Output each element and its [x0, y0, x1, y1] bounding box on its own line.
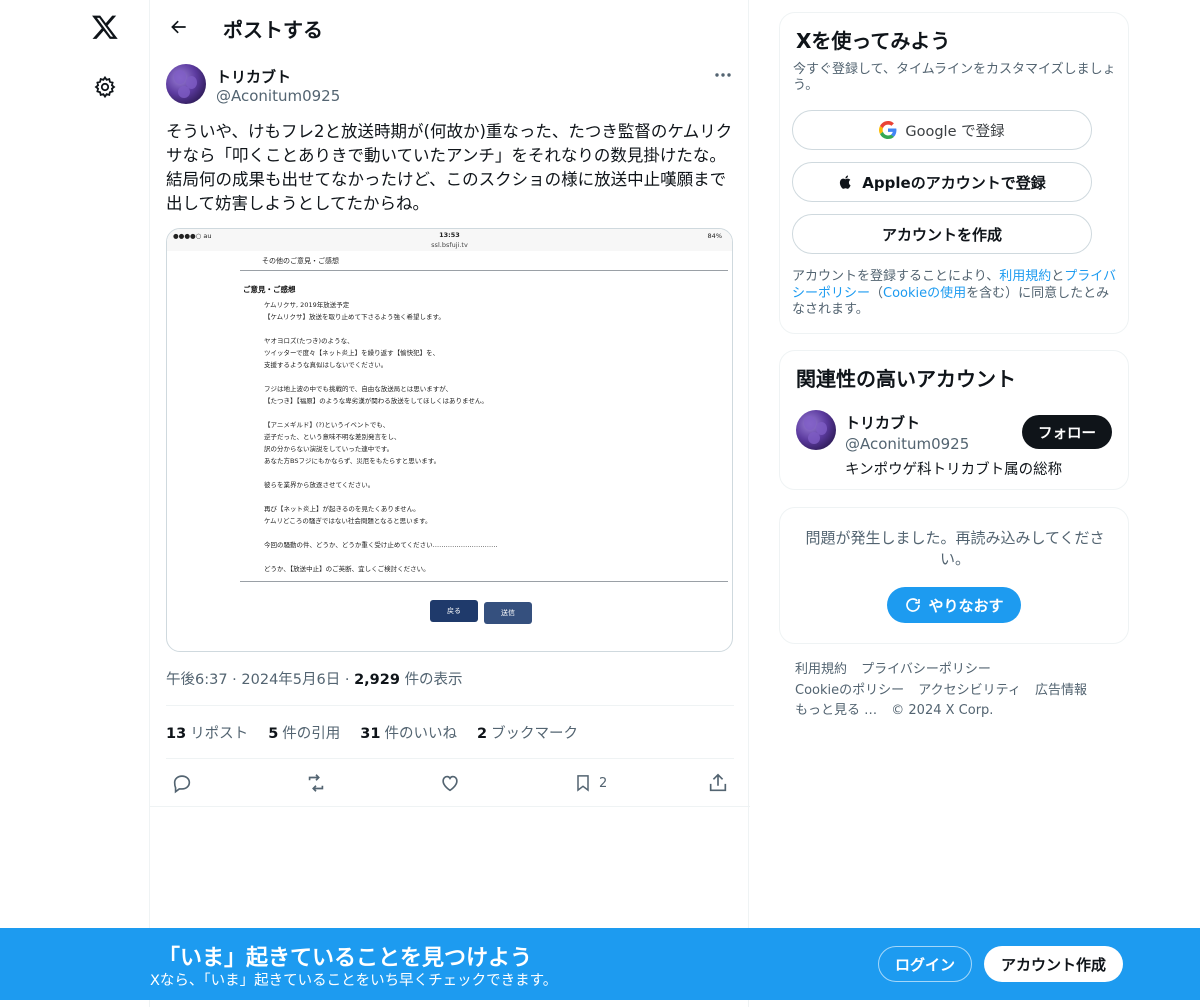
back-arrow-icon[interactable] — [164, 12, 194, 42]
refresh-icon — [906, 598, 921, 612]
form-head: その他のご意見・ご感想 — [262, 257, 339, 265]
signup-subtitle: 今すぐ登録して、タイムラインをカスタマイズしましょう。 — [793, 62, 1116, 93]
post-image[interactable]: ●●●●○ au 13:53 ssl.bsfuji.tv 84% その他のご意見… — [166, 228, 733, 652]
follow-button[interactable]: フォロー — [1022, 415, 1112, 449]
footer-cookie-link[interactable]: Cookieのポリシー — [795, 683, 904, 698]
post-date[interactable]: 2024年5月6日 — [241, 672, 340, 688]
footer-more-link[interactable]: もっと見る … — [795, 703, 877, 718]
post-time[interactable]: 午後6:37 — [166, 672, 228, 688]
author-handle[interactable]: @Aconitum0925 — [216, 87, 340, 105]
views-count: 2,929 — [354, 672, 400, 688]
form-send-button: 送信 — [484, 602, 532, 624]
likes-stat[interactable]: 31 件のいいね — [360, 722, 457, 743]
bookmarks-stat[interactable]: 2 ブックマーク — [477, 722, 578, 743]
apple-icon — [840, 175, 851, 189]
signup-legal-text: アカウントを登録することにより、利用規約とプライバシーポリシー（Cookieの使… — [792, 269, 1117, 317]
avatar[interactable] — [166, 64, 206, 104]
phone-battery: 84% — [707, 232, 722, 240]
google-icon — [879, 121, 897, 139]
divider — [150, 806, 750, 807]
left-nav — [0, 0, 150, 1007]
apple-signup-label: Appleのアカウントで登録 — [862, 173, 1046, 192]
login-button[interactable]: ログイン — [878, 946, 972, 982]
form-body-text: ケムリクサ, 2019年放送予定 【ケムリクサ】放送を取り止めて下さるよう強く希… — [264, 301, 498, 573]
login-banner: 「いま」起きていることを見つけよう Xなら、「いま」起きていることをいち早くチェ… — [0, 928, 1200, 1000]
x-logo-icon[interactable] — [88, 10, 122, 44]
related-accounts-card: 関連性の高いアカウント トリカブト @Aconitum0925 キンポウゲ科トリ… — [779, 350, 1129, 490]
phone-url: ssl.bsfuji.tv — [431, 241, 468, 249]
bookmark-count: 2 — [599, 775, 608, 791]
retry-button[interactable]: やりなおす — [887, 587, 1021, 623]
like-icon[interactable] — [439, 766, 461, 800]
action-bar: 2 — [150, 766, 750, 800]
signup-card: Xを使ってみよう 今すぐ登録して、タイムラインをカスタマイズしましょう。 Goo… — [779, 12, 1129, 334]
page-title: ポストする — [223, 18, 323, 42]
create-account-button[interactable]: アカウントを作成 — [792, 214, 1092, 254]
quotes-stat[interactable]: 5 件の引用 — [268, 722, 340, 743]
divider — [166, 758, 734, 759]
views-label: 件の表示 — [404, 672, 463, 688]
divider — [240, 270, 728, 271]
post-header: ポストする — [150, 0, 750, 55]
signup-title: Xを使ってみよう — [796, 29, 951, 53]
phone-status-bar: ●●●●○ au 13:53 ssl.bsfuji.tv 84% — [167, 229, 732, 251]
retry-label: やりなおす — [928, 596, 1004, 615]
bookmark-icon[interactable]: 2 — [573, 766, 607, 800]
footer-privacy-link[interactable]: プライバシーポリシー — [861, 662, 991, 677]
author-name[interactable]: トリカブト — [216, 66, 291, 87]
footer-terms-link[interactable]: 利用規約 — [795, 662, 847, 677]
footer-links: 利用規約 プライバシーポリシー Cookieのポリシー アクセシビリティ 広告情… — [795, 660, 1115, 722]
form-back-button: 戻る — [430, 600, 478, 622]
related-bio: キンポウゲ科トリカブト属の総称 — [845, 462, 1063, 478]
reply-icon[interactable] — [171, 766, 193, 800]
footer-ads-link[interactable]: 広告情報 — [1035, 683, 1087, 698]
related-handle[interactable]: @Aconitum0925 — [845, 435, 969, 453]
footer-copyright: © 2024 X Corp. — [891, 703, 994, 718]
main-column: ポストする トリカブト @Aconitum0925 そういや、けもフレ2と放送時… — [149, 0, 750, 1007]
form-section-title: ご意見・ご感想 — [243, 285, 296, 294]
banner-subtitle: Xなら、「いま」起きていることをいち早くチェックできます。 — [150, 973, 558, 989]
repost-icon[interactable] — [304, 766, 328, 800]
divider — [166, 705, 734, 706]
gear-icon[interactable] — [88, 70, 122, 104]
reposts-stat[interactable]: 13 リポスト — [166, 722, 248, 743]
footer-accessibility-link[interactable]: アクセシビリティ — [918, 683, 1021, 698]
cookie-link[interactable]: Cookieの使用 — [883, 286, 966, 301]
post-stats: 13 リポスト 5 件の引用 31 件のいいね 2 ブックマーク — [166, 722, 578, 743]
avatar[interactable] — [796, 410, 836, 450]
google-signup-button[interactable]: Google で登録 — [792, 110, 1092, 150]
google-signup-label: Google で登録 — [905, 123, 1005, 140]
error-card: 問題が発生しました。再読み込みしてください。 やりなおす — [779, 507, 1129, 644]
banner-title: 「いま」起きていることを見つけよう — [158, 946, 533, 971]
error-message: 問題が発生しました。再読み込みしてください。 — [805, 529, 1105, 568]
share-icon[interactable] — [707, 766, 729, 800]
post-meta: 午後6:37 · 2024年5月6日 · 2,929 件の表示 — [166, 672, 463, 688]
phone-time: 13:53 — [439, 231, 460, 239]
divider — [240, 581, 728, 582]
terms-link[interactable]: 利用規約 — [999, 269, 1051, 284]
more-icon[interactable] — [710, 64, 736, 86]
signup-button[interactable]: アカウント作成 — [984, 946, 1123, 982]
related-name[interactable]: トリカブト — [845, 412, 920, 433]
post-text: そういや、けもフレ2と放送時期が(何故か)重なった、たつき監督のケムリクサなら「… — [166, 122, 733, 213]
apple-signup-button[interactable]: Appleのアカウントで登録 — [792, 162, 1092, 202]
related-title: 関連性の高いアカウント — [796, 367, 1016, 391]
